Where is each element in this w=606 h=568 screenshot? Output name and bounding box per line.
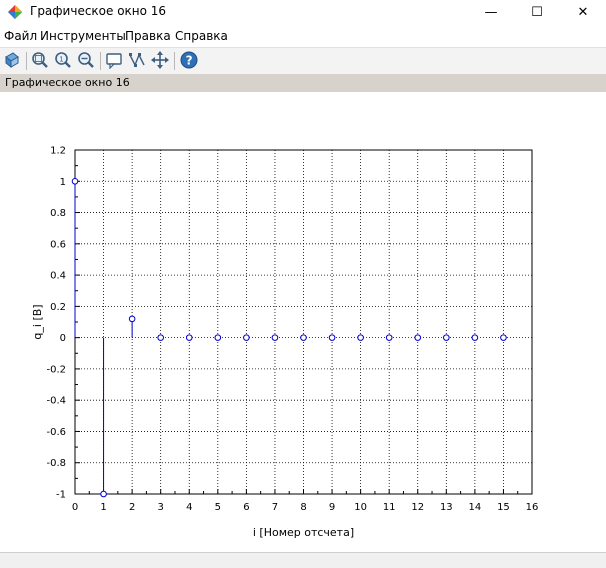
stem-marker bbox=[443, 334, 450, 341]
minimize-button[interactable]: — bbox=[468, 0, 514, 24]
x-axis-label: i [Номер отсчета] bbox=[253, 526, 354, 539]
y-tick-label: -1 bbox=[56, 490, 66, 501]
y-tick-label: 0.6 bbox=[50, 239, 66, 250]
stem-marker bbox=[300, 334, 307, 341]
x-tick-label: 9 bbox=[329, 502, 335, 513]
y-axis-label: q_i [B] bbox=[31, 304, 44, 339]
stem-marker bbox=[471, 334, 479, 341]
x-tick-label: 5 bbox=[215, 502, 221, 513]
zoom-fit-icon: 1 bbox=[55, 52, 71, 68]
edit-curve-button[interactable] bbox=[127, 50, 147, 70]
x-tick-label: 0 bbox=[72, 502, 78, 513]
x-tick-label: 14 bbox=[469, 502, 482, 513]
help-button[interactable]: ? bbox=[179, 50, 199, 70]
stem-marker bbox=[271, 334, 279, 341]
x-tick-label: 7 bbox=[272, 502, 278, 513]
x-tick-label: 3 bbox=[158, 502, 164, 513]
menu-tools[interactable]: Инструменты bbox=[40, 29, 126, 43]
x-tick-label: 11 bbox=[383, 502, 396, 513]
stem-marker bbox=[414, 334, 422, 341]
zoom-in-button[interactable] bbox=[30, 50, 50, 70]
stem-marker bbox=[243, 334, 250, 341]
scilab-app-icon bbox=[8, 5, 22, 19]
stem-chart[interactable]: 0 1 2 3 4 5 6 7 8 9 10 11 12 13 14 15 161.210.80.60.40.2… bbox=[0, 92, 606, 552]
y-tick-label: 1.2 bbox=[50, 146, 66, 157]
y-tick-label: 0.8 bbox=[50, 208, 66, 219]
close-button[interactable]: ✕ bbox=[560, 0, 606, 24]
y-tick-label: -0.2 bbox=[46, 364, 66, 375]
stem-marker bbox=[328, 334, 336, 341]
x-tick-label: 12 bbox=[411, 502, 424, 513]
y-tick-label: -0.8 bbox=[46, 458, 66, 469]
menu-bar: Файл Инструменты Правка Справка bbox=[0, 26, 606, 46]
menu-help[interactable]: Справка bbox=[175, 29, 228, 43]
figure-label: Графическое окно 16 bbox=[5, 76, 130, 89]
window-title: Графическое окно 16 bbox=[30, 4, 167, 18]
minimize-icon: — bbox=[484, 4, 498, 20]
toolbar-separator bbox=[174, 52, 175, 70]
edit-curve-icon bbox=[129, 53, 145, 67]
stem-marker bbox=[100, 490, 107, 498]
title-bar: Графическое окно 16 — ☐ ✕ bbox=[0, 0, 606, 24]
y-tick-label: 0.4 bbox=[50, 271, 66, 282]
x-tick-label: 8 bbox=[300, 502, 306, 513]
help-icon: ? bbox=[180, 51, 198, 69]
data-tip-icon bbox=[106, 53, 122, 69]
y-tick-label: 1 bbox=[60, 177, 66, 188]
maximize-button[interactable]: ☐ bbox=[514, 0, 560, 24]
zoom-fit-button[interactable]: 1 bbox=[53, 50, 73, 70]
menu-edit[interactable]: Правка bbox=[125, 29, 171, 43]
x-tick-label: 10 bbox=[354, 502, 367, 513]
x-tick-label: 4 bbox=[186, 502, 192, 513]
x-tick-label: 2 bbox=[129, 502, 135, 513]
stem-marker bbox=[385, 334, 393, 341]
x-tick-label: 1 bbox=[100, 502, 106, 513]
y-tick-label: -0.6 bbox=[46, 427, 66, 438]
x-tick-label: 6 bbox=[243, 502, 249, 513]
y-tick-label: -0.4 bbox=[46, 396, 66, 407]
figure-label-bar: Графическое окно 16 bbox=[0, 74, 606, 92]
stem-marker bbox=[71, 177, 79, 185]
menu-file[interactable]: Файл bbox=[4, 29, 37, 43]
x-tick-label: 13 bbox=[440, 502, 453, 513]
data-tip-button[interactable] bbox=[104, 50, 124, 70]
rotate-button[interactable] bbox=[2, 50, 22, 70]
stem-marker bbox=[500, 334, 507, 341]
toolbar-separator bbox=[100, 52, 101, 70]
svg-text:?: ? bbox=[186, 54, 193, 68]
stem-marker bbox=[185, 334, 193, 341]
pan-icon bbox=[151, 51, 169, 69]
zoom-in-icon bbox=[32, 52, 48, 68]
x-tick-label: 15 bbox=[497, 502, 510, 513]
stem-marker bbox=[357, 334, 364, 341]
pan-button[interactable] bbox=[150, 50, 170, 70]
svg-text:1: 1 bbox=[59, 56, 63, 64]
plot-area: 0 1 2 3 4 5 6 7 8 9 10 11 12 13 14 15 16 1.2 1 0.8 0.6 0.4 0.2… bbox=[0, 92, 606, 552]
maximize-icon: ☐ bbox=[531, 4, 543, 20]
toolbar: 1 ? bbox=[0, 47, 606, 75]
status-bar bbox=[0, 552, 606, 568]
y-tick-label: 0 bbox=[60, 333, 66, 344]
x-tick-label: 16 bbox=[526, 502, 539, 513]
rotate-icon bbox=[5, 52, 19, 69]
stem-marker bbox=[157, 334, 164, 341]
stem-marker bbox=[128, 315, 136, 323]
close-icon: ✕ bbox=[577, 4, 589, 20]
stem-marker bbox=[214, 334, 222, 341]
zoom-out-button[interactable] bbox=[76, 50, 96, 70]
zoom-out-icon bbox=[78, 52, 94, 68]
y-tick-label: 0.2 bbox=[50, 302, 66, 313]
toolbar-separator bbox=[26, 52, 27, 70]
